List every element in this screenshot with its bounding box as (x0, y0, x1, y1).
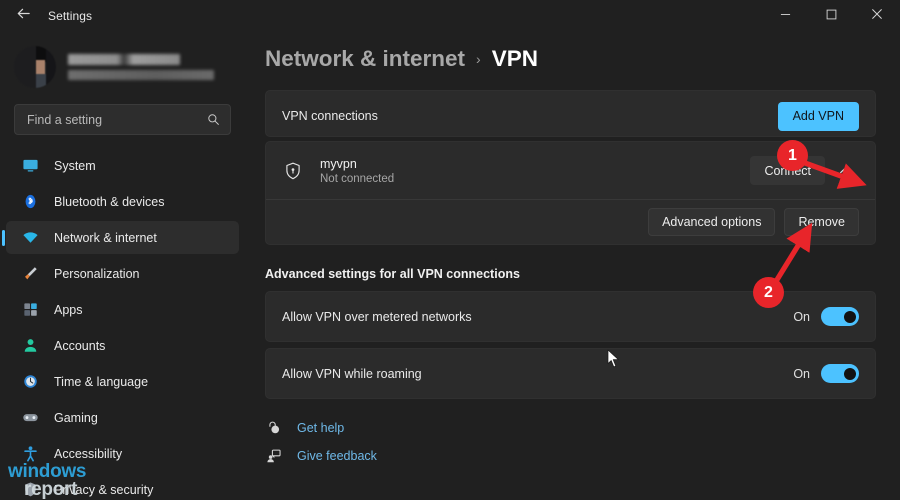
close-icon (871, 7, 883, 25)
close-button[interactable] (854, 0, 900, 32)
minimize-icon (780, 7, 791, 25)
title-bar: Settings (0, 0, 900, 32)
annotation-badge-1: 1 (777, 140, 808, 171)
minimize-button[interactable] (762, 0, 808, 32)
arrow-left-icon (16, 6, 31, 26)
maximize-button[interactable] (808, 0, 854, 32)
settings-window: Settings Find a setting System Bluetooth… (0, 0, 900, 500)
window-controls (762, 0, 900, 32)
app-title: Settings (48, 9, 93, 23)
annotation-badge-2: 2 (753, 277, 784, 308)
annotation-overlay (772, 160, 867, 285)
maximize-icon (826, 7, 837, 25)
back-button[interactable] (6, 1, 40, 31)
